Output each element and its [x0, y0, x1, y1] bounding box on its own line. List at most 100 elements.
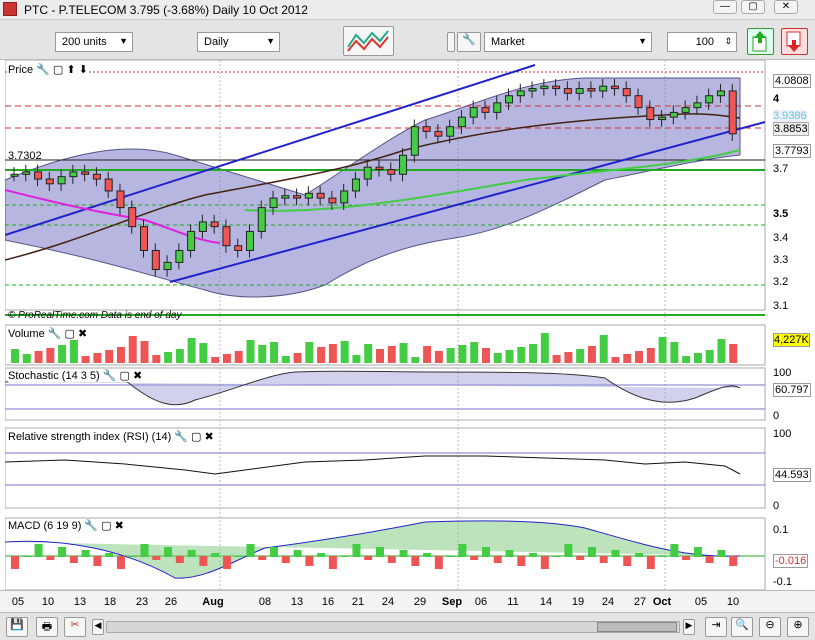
time-axis-tick: 05 — [694, 596, 708, 608]
time-axis-tick: 18 — [103, 596, 117, 608]
volume-bar — [493, 353, 502, 363]
macd-bar — [246, 544, 255, 557]
quantity-input[interactable]: 100 ⇕ — [667, 32, 737, 52]
macd-bar — [635, 553, 644, 557]
candle — [646, 107, 655, 121]
macd-bar — [81, 550, 90, 557]
macd-bar — [587, 547, 596, 557]
macd-panel-header[interactable]: MACD (6 19 9) 🔧 ▢ ✖ — [8, 519, 124, 532]
macd-bar — [576, 556, 585, 560]
candle — [387, 169, 396, 175]
candle — [575, 88, 584, 94]
chart-svg[interactable] — [5, 60, 815, 590]
scroll-left-button[interactable]: ◀ — [92, 619, 104, 635]
price-axis-tick: 3.2 — [773, 276, 789, 288]
zoom-area-icon[interactable]: 🔍 — [731, 617, 753, 637]
candle — [304, 192, 313, 199]
volume-panel-header[interactable]: Volume 🔧 ▢ ✖ — [8, 327, 88, 340]
price-panel-header[interactable]: Price 🔧 ▢ ⬆ ⬇ — [8, 63, 88, 76]
panel-toggle[interactable] — [447, 32, 455, 52]
candle — [399, 154, 408, 175]
rsi-panel-header[interactable]: Relative strength index (RSI) (14) 🔧 ▢ ✖ — [8, 430, 214, 443]
candle — [210, 221, 219, 228]
scrollbar-thumb[interactable] — [597, 622, 677, 632]
volume-bar — [328, 344, 337, 363]
volume-bar — [505, 350, 514, 363]
window-title: PTC - P.TELECOM 3.795 (-3.68%) Daily 10 … — [24, 3, 308, 17]
candle — [57, 176, 66, 185]
candle — [705, 95, 714, 104]
volume-bar — [152, 355, 161, 363]
macd-bar — [352, 544, 361, 557]
macd-bar — [693, 547, 702, 557]
macd-bar — [258, 556, 267, 560]
candle — [634, 95, 643, 109]
save-icon[interactable]: 💾 — [6, 617, 28, 637]
buy-button[interactable] — [747, 28, 774, 55]
scrollbar-track[interactable] — [106, 621, 680, 633]
volume-bar — [281, 356, 290, 363]
candle — [363, 166, 372, 180]
volume-bar — [340, 341, 349, 363]
close-button[interactable]: ✕ — [774, 0, 798, 14]
sell-button[interactable] — [781, 28, 808, 55]
time-axis-tick: 10 — [726, 596, 740, 608]
stochastic-panel-header[interactable]: Stochastic (14 3 5) 🔧 ▢ ✖ — [8, 369, 143, 382]
candle — [563, 88, 572, 94]
time-axis-tick: Oct — [652, 596, 672, 608]
scroll-right-button[interactable]: ▶ — [683, 619, 695, 635]
macd-bar — [340, 556, 349, 557]
volume-bar — [587, 346, 596, 363]
volume-bar — [705, 350, 714, 363]
volume-bar — [246, 340, 255, 363]
chart-style-icon — [347, 30, 389, 52]
price-reference-label: 3.7302 — [8, 150, 42, 162]
time-axis-tick: 21 — [351, 596, 365, 608]
chart-style-button[interactable] — [343, 26, 394, 56]
volume-bar — [470, 342, 479, 363]
zoom-out-icon[interactable]: ⊖ — [759, 617, 781, 637]
volume-bar — [116, 347, 125, 363]
delete-icon[interactable]: ✂ — [64, 617, 86, 637]
chart-area[interactable]: Price 🔧 ▢ ⬆ ⬇ 3.7302 © ProRealTime.com D… — [5, 60, 815, 590]
candle — [34, 171, 43, 180]
last-price-badge: 3.7793 — [773, 144, 811, 158]
macd-bar — [399, 550, 408, 557]
macd-bar — [34, 544, 43, 557]
minimize-button[interactable]: — — [713, 0, 737, 14]
toolbar: 200 units ▼ Daily ▼ 🔧 Market ▼ 100 ⇕ — [0, 20, 815, 60]
candle — [10, 173, 19, 177]
volume-bar — [481, 348, 490, 363]
order-type-dropdown[interactable]: Market ▼ — [484, 32, 652, 52]
print-icon[interactable]: 🖶 — [36, 617, 58, 637]
macd-axis-tick: 0.1 — [773, 524, 789, 536]
volume-bar — [293, 353, 302, 363]
macd-bar — [152, 556, 161, 560]
candle — [163, 261, 172, 271]
volume-bar — [128, 336, 137, 363]
macd-bar — [552, 556, 561, 557]
wrench-icon[interactable]: 🔧 — [457, 32, 481, 52]
rsi-axis-tick: 0 — [773, 500, 780, 512]
units-dropdown[interactable]: 200 units ▼ — [55, 32, 133, 52]
stepper-icon[interactable]: ⇕ — [724, 36, 732, 47]
volume-bar — [199, 343, 208, 363]
chevron-down-icon: ▼ — [266, 36, 275, 46]
maximize-button[interactable]: ▢ — [741, 0, 765, 14]
volume-bar — [682, 356, 691, 363]
candle — [92, 173, 101, 180]
macd-bar — [128, 556, 137, 557]
macd-bar — [470, 556, 479, 560]
macd-bar — [116, 556, 125, 569]
sell-arrow-icon — [786, 31, 801, 52]
time-axis-tick: 26 — [164, 596, 178, 608]
candle — [528, 88, 537, 92]
candle — [340, 190, 349, 204]
zoom-in-icon[interactable]: ⊕ — [787, 617, 809, 637]
volume-bar — [175, 349, 184, 363]
macd-bar — [187, 550, 196, 557]
volume-bar — [164, 352, 173, 363]
goto-end-icon[interactable]: ⇥ — [705, 617, 727, 637]
time-axis-tick: 11 — [507, 596, 519, 608]
period-dropdown[interactable]: Daily ▼ — [197, 32, 280, 52]
